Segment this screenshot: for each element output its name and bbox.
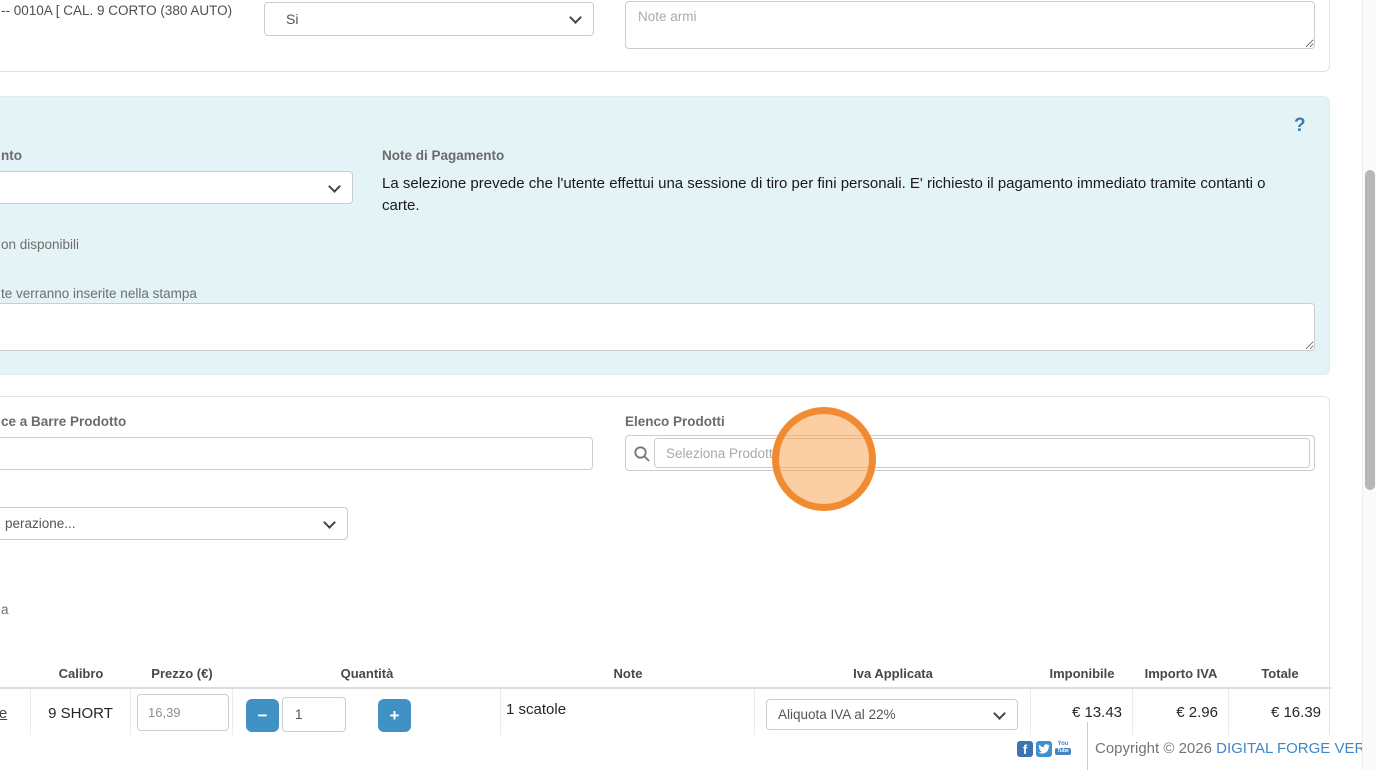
barcode-label: ce a Barre Prodotto — [1, 414, 127, 429]
footer-copyright: Copyright © 2026 DIGITAL FORGE VERONA — [1095, 740, 1376, 757]
not-available-text: on disponibili — [1, 237, 80, 252]
col-header-importo-iva: Importo IVA — [1144, 666, 1218, 681]
chevron-down-icon — [569, 11, 582, 24]
operation-select[interactable]: perazione... — [0, 507, 348, 540]
payment-notes-title: Note di Pagamento — [382, 148, 505, 163]
chevron-down-icon — [328, 179, 341, 193]
chevron-down-icon — [993, 706, 1006, 720]
barcode-input[interactable] — [0, 437, 593, 470]
col-header-nome: e — [0, 666, 31, 687]
weapon-detention-select-value: Si — [286, 11, 299, 27]
print-notes-textarea[interactable] — [0, 303, 1315, 351]
col-header-note: Note — [613, 666, 643, 681]
col-header-prezzo: Prezzo (€) — [151, 666, 213, 681]
product-name-link[interactable]: cce — [0, 705, 7, 722]
quantity-plus-button[interactable]: + — [378, 699, 411, 732]
help-icon[interactable]: ? — [1294, 115, 1306, 137]
brand-link[interactable]: DIGITAL FORGE VERONA — [1216, 740, 1376, 757]
quantity-input[interactable] — [282, 697, 346, 732]
operation-select-value: perazione... — [5, 516, 76, 531]
col-header-iva: Iva Applicata — [853, 666, 933, 681]
footer-divider — [1087, 722, 1088, 770]
iva-select[interactable]: Aliquota IVA al 22% — [766, 699, 1018, 730]
copyright-text: Copyright © 2026 — [1095, 740, 1212, 757]
page: -- 0010A [ CAL. 9 CORTO (380 AUTO) Si ? … — [0, 0, 1376, 770]
col-header-imponibile: Imponibile — [1049, 666, 1115, 681]
product-search-input[interactable] — [654, 438, 1310, 468]
payment-type-label: nto — [1, 148, 22, 163]
product-search-combo — [625, 435, 1315, 471]
payment-panel: ? nto Note di Pagamento La selezione pre… — [0, 96, 1330, 375]
youtube-icon[interactable]: You Tube — [1054, 741, 1072, 757]
col-header-quantita: Quantità — [340, 666, 394, 681]
product-list-section-label: a — [1, 602, 9, 617]
search-icon — [634, 446, 650, 462]
twitter-icon[interactable] — [1036, 741, 1052, 757]
quantity-minus-button[interactable]: − — [246, 699, 279, 732]
payment-notes-text: La selezione prevede che l'utente effett… — [382, 175, 1266, 214]
print-note-label: te verranno inserite nella stampa — [1, 286, 197, 301]
weapon-notes-textarea[interactable] — [625, 1, 1315, 49]
col-header-totale: Totale — [1261, 666, 1299, 681]
iva-select-value: Aliquota IVA al 22% — [778, 707, 896, 722]
products-panel: ce a Barre Prodotto Elenco Prodotti pera… — [0, 396, 1331, 770]
price-input[interactable] — [137, 694, 229, 731]
scrollbar-thumb[interactable] — [1365, 170, 1375, 490]
scrollbar-track[interactable] — [1362, 0, 1376, 770]
product-list-label: Elenco Prodotti — [625, 414, 725, 429]
weapon-panel: -- 0010A [ CAL. 9 CORTO (380 AUTO) Si — [0, 0, 1330, 72]
payment-type-select[interactable] — [0, 171, 353, 204]
products-table-header: e Calibro Prezzo (€) Quantità Note Iva A… — [0, 659, 1331, 689]
col-header-calibro: Calibro — [58, 666, 104, 681]
weapon-detention-select[interactable]: Si — [264, 2, 594, 36]
facebook-icon[interactable]: f — [1017, 741, 1033, 757]
weapon-label: -- 0010A [ CAL. 9 CORTO (380 AUTO) — [1, 3, 233, 18]
chevron-down-icon — [323, 515, 336, 529]
